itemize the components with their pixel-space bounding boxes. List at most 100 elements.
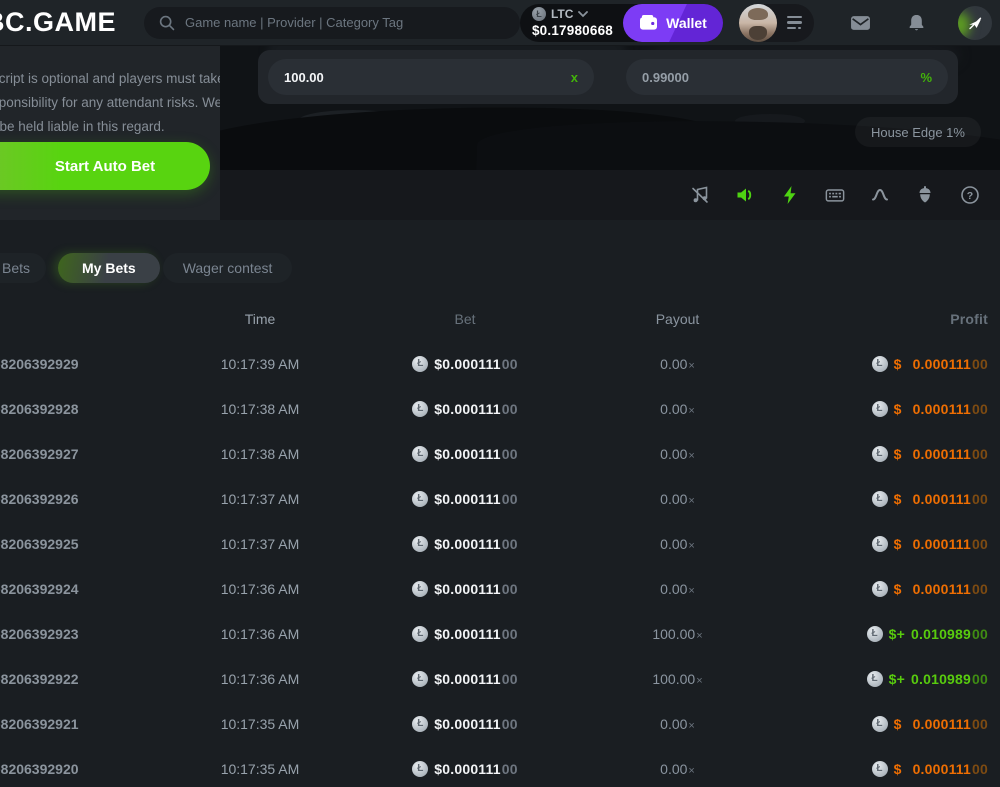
search-icon: [158, 14, 176, 32]
help-icon[interactable]: ?: [960, 185, 980, 205]
bet-time: 10:17:35 AM: [160, 761, 360, 777]
multiplier-x-icon: x: [571, 70, 578, 85]
bet-table-row[interactable]: -8206392928 10:17:38 AM Ł $0.00011100 0.…: [0, 386, 1000, 431]
bet-payout: 100.00×: [570, 671, 785, 687]
trends-icon[interactable]: [870, 185, 890, 205]
bet-table-row[interactable]: -8206392927 10:17:38 AM Ł $0.00011100 0.…: [0, 431, 1000, 476]
chat-toggle-icon[interactable]: [958, 6, 992, 40]
turbo-lightning-icon[interactable]: [780, 185, 800, 205]
payout-input[interactable]: 100.00 x: [268, 59, 594, 95]
bet-profit: Ł $0.00011100: [785, 446, 1000, 462]
ltc-coin-icon: Ł: [867, 626, 883, 642]
user-avatar[interactable]: [739, 4, 777, 42]
header-payout: Payout: [570, 311, 785, 327]
currency-code: LTC: [551, 8, 573, 20]
site-logo[interactable]: BC.GAME: [0, 7, 116, 38]
mail-icon[interactable]: [850, 14, 871, 32]
profile-widget: [739, 4, 814, 42]
bet-payout: 0.00×: [570, 716, 785, 732]
game-top-section: script is optional and players must take…: [0, 45, 1000, 220]
seed-acorn-icon[interactable]: [915, 185, 935, 205]
tab-wager-contest[interactable]: Wager contest: [163, 253, 293, 283]
bet-time: 10:17:37 AM: [160, 536, 360, 552]
ltc-coin-icon: Ł: [412, 581, 428, 597]
ltc-coin-icon: Ł: [872, 536, 888, 552]
ltc-coin-icon: Ł: [867, 671, 883, 687]
bet-amount: Ł $0.00011100: [360, 626, 570, 642]
ltc-coin-icon: Ł: [412, 446, 428, 462]
bet-table-row[interactable]: -8206392925 10:17:37 AM Ł $0.00011100 0.…: [0, 521, 1000, 566]
wallet-icon: [639, 14, 658, 31]
chevron-down-icon: [578, 11, 588, 18]
win-chance-value: 0.99000: [642, 70, 689, 85]
bet-inputs-panel: 100.00 x 0.99000 %: [258, 50, 958, 104]
music-off-icon[interactable]: [690, 185, 710, 205]
ltc-coin-icon: Ł: [412, 761, 428, 777]
win-chance-input[interactable]: 0.99000 %: [626, 59, 948, 95]
bet-amount: Ł $0.00011100: [360, 356, 570, 372]
bet-id: -8206392923: [0, 626, 160, 642]
bet-profit: Ł $0.00011100: [785, 716, 1000, 732]
bet-id: -8206392925: [0, 536, 160, 552]
bet-id: -8206392929: [0, 356, 160, 372]
bet-amount: Ł $0.00011100: [360, 536, 570, 552]
bets-table-body: -8206392929 10:17:39 AM Ł $0.00011100 0.…: [0, 341, 1000, 787]
currency-selector[interactable]: Ł LTC $0.17980668: [532, 7, 623, 38]
ltc-coin-icon: Ł: [412, 536, 428, 552]
table-header: Time Bet Payout Profit: [0, 297, 1000, 341]
ltc-coin-icon: Ł: [872, 581, 888, 597]
start-auto-bet-button[interactable]: Start Auto Bet: [0, 142, 210, 190]
ltc-coin-icon: Ł: [412, 716, 428, 732]
bet-amount: Ł $0.00011100: [360, 581, 570, 597]
bet-table-row[interactable]: -8206392922 10:17:36 AM Ł $0.00011100 10…: [0, 656, 1000, 701]
hotkeys-keyboard-icon[interactable]: [825, 185, 845, 205]
wallet-label: Wallet: [666, 15, 707, 31]
sound-icon[interactable]: [735, 185, 755, 205]
bet-id: -8206392922: [0, 671, 160, 687]
bet-table-row[interactable]: -8206392924 10:17:36 AM Ł $0.00011100 0.…: [0, 566, 1000, 611]
bet-id: -8206392924: [0, 581, 160, 597]
bc-game-page: BC.GAME Game name | Provider | Category …: [0, 0, 1000, 787]
tab-my-bets[interactable]: My Bets: [58, 253, 160, 283]
bet-profit: Ł $0.00011100: [785, 401, 1000, 417]
bet-profit: Ł $+0.01098900: [785, 671, 1000, 687]
bet-amount: Ł $0.00011100: [360, 671, 570, 687]
bet-profit: Ł $+0.01098900: [785, 626, 1000, 642]
topbar-right-group: Ł LTC $0.17980668 Wallet: [520, 4, 992, 42]
bet-payout: 0.00×: [570, 536, 785, 552]
notification-bell-icon[interactable]: [907, 13, 926, 33]
bet-payout: 100.00×: [570, 626, 785, 642]
bet-table-row[interactable]: -8206392920 10:17:35 AM Ł $0.00011100 0.…: [0, 746, 1000, 787]
wallet-button[interactable]: Wallet: [623, 4, 723, 42]
bet-time: 10:17:36 AM: [160, 671, 360, 687]
bet-id: -8206392920: [0, 761, 160, 777]
bet-table-row[interactable]: -8206392929 10:17:39 AM Ł $0.00011100 0.…: [0, 341, 1000, 386]
bet-profit: Ł $0.00011100: [785, 536, 1000, 552]
tab-all-bets[interactable]: Bets: [0, 253, 46, 283]
header-time: Time: [160, 311, 360, 327]
game-canvas: 100.00 x 0.99000 % House Edge 1%: [220, 45, 1000, 220]
svg-text:?: ?: [967, 190, 973, 202]
bet-table-row[interactable]: -8206392921 10:17:35 AM Ł $0.00011100 0.…: [0, 701, 1000, 746]
ltc-coin-icon: Ł: [412, 491, 428, 507]
payout-value: 100.00: [284, 70, 324, 85]
search-input[interactable]: Game name | Provider | Category Tag: [144, 7, 520, 39]
bet-table-row[interactable]: -8206392923 10:17:36 AM Ł $0.00011100 10…: [0, 611, 1000, 656]
ltc-coin-icon: Ł: [872, 446, 888, 462]
start-auto-bet-label: Start Auto Bet: [55, 158, 155, 175]
bet-profit: Ł $0.00011100: [785, 491, 1000, 507]
bet-time: 10:17:36 AM: [160, 581, 360, 597]
bet-table-row[interactable]: -8206392926 10:17:37 AM Ł $0.00011100 0.…: [0, 476, 1000, 521]
bets-section: Bets My Bets Wager contest Time Bet Payo…: [0, 220, 1000, 787]
bet-time: 10:17:36 AM: [160, 626, 360, 642]
bet-payout: 0.00×: [570, 401, 785, 417]
bet-id: -8206392921: [0, 716, 160, 732]
top-bar: BC.GAME Game name | Provider | Category …: [0, 0, 1000, 45]
profile-menu-icon[interactable]: [787, 16, 802, 30]
bet-payout: 0.00×: [570, 761, 785, 777]
ltc-coin-icon: Ł: [532, 7, 546, 21]
bet-time: 10:17:37 AM: [160, 491, 360, 507]
ltc-coin-icon: Ł: [872, 401, 888, 417]
bet-payout: 0.00×: [570, 356, 785, 372]
search-placeholder: Game name | Provider | Category Tag: [185, 15, 403, 30]
